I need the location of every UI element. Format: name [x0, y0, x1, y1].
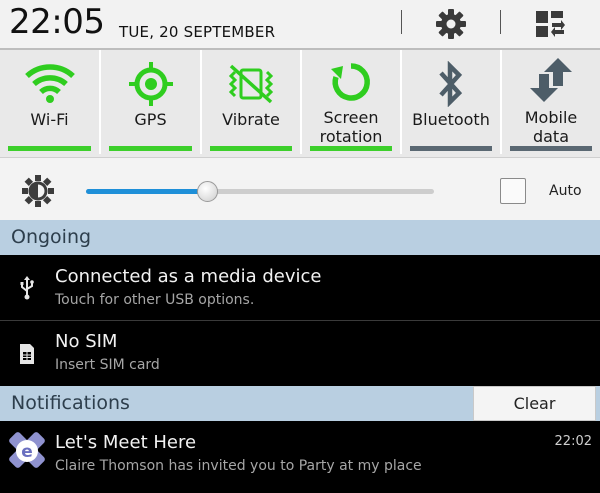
clock: 22:05	[9, 2, 105, 42]
sim-card-icon	[20, 344, 34, 364]
toggle-indicator	[410, 146, 492, 151]
brightness-icon	[22, 175, 54, 207]
gps-icon	[128, 62, 173, 106]
quick-settings-panel: Wi-Fi GPS Vibrate Screen rotation Blueto…	[0, 48, 600, 157]
toggle-label: Bluetooth	[412, 110, 490, 129]
mobile-data-icon	[530, 58, 572, 102]
clear-button[interactable]: Clear	[473, 386, 596, 421]
notification-no-sim[interactable]: No SIM Insert SIM card	[0, 321, 600, 385]
auto-brightness-checkbox[interactable]	[500, 178, 526, 204]
auto-brightness-label: Auto	[549, 183, 582, 199]
section-title: Ongoing	[11, 226, 92, 248]
svg-text:e: e	[21, 442, 33, 462]
grid-toggle-icon	[536, 11, 565, 37]
toggle-indicator	[8, 146, 91, 151]
settings-button[interactable]	[426, 5, 476, 43]
vibrate-icon	[228, 64, 274, 104]
mobile-data-toggle[interactable]: Mobile data	[502, 50, 600, 154]
toggle-label: Wi-Fi	[30, 110, 69, 129]
brightness-slider[interactable]	[86, 189, 434, 194]
usb-icon	[20, 276, 34, 300]
vibrate-toggle[interactable]: Vibrate	[202, 50, 300, 154]
edit-toggles-button[interactable]	[525, 5, 575, 43]
header-divider	[500, 10, 501, 34]
notification-title: Connected as a media device	[55, 266, 322, 287]
notifications-section-header: Notifications	[0, 386, 472, 421]
notification-subtitle: Claire Thomson has invited you to Party …	[55, 458, 422, 474]
notification-time: 22:02	[554, 434, 592, 449]
toggle-indicator	[510, 146, 592, 151]
wifi-toggle[interactable]: Wi-Fi	[0, 50, 99, 154]
rotation-icon	[331, 63, 370, 101]
bluetooth-toggle[interactable]: Bluetooth	[402, 50, 500, 154]
screen-rotation-toggle[interactable]: Screen rotation	[302, 50, 400, 154]
brightness-slider-fill	[86, 189, 208, 194]
date: TUE, 20 SEPTEMBER	[119, 23, 276, 41]
status-header: 22:05 TUE, 20 SEPTEMBER	[0, 0, 600, 48]
bluetooth-icon	[439, 61, 463, 107]
toggle-label: GPS	[134, 110, 167, 129]
notification-subtitle: Insert SIM card	[55, 357, 160, 373]
ongoing-section-header: Ongoing	[0, 220, 600, 255]
toggle-indicator	[210, 146, 292, 151]
toggle-indicator	[109, 146, 192, 151]
toggle-indicator	[310, 146, 392, 151]
toggle-label: Mobile data	[524, 108, 578, 146]
notification-event-invite[interactable]: e Let's Meet Here Claire Thomson has inv…	[0, 421, 600, 493]
brightness-slider-thumb[interactable]	[196, 181, 218, 202]
wifi-icon	[24, 64, 75, 103]
notification-usb[interactable]: Connected as a media device Touch for ot…	[0, 255, 600, 320]
header-divider	[401, 10, 402, 34]
toggle-label: Screen rotation	[319, 108, 383, 146]
gear-icon	[436, 9, 466, 39]
app-e-icon: e	[9, 432, 45, 468]
notification-subtitle: Touch for other USB options.	[55, 292, 255, 308]
gps-toggle[interactable]: GPS	[101, 50, 200, 154]
toggle-label: Vibrate	[222, 110, 280, 129]
section-title: Notifications	[11, 392, 130, 414]
notification-title: Let's Meet Here	[55, 432, 197, 453]
notification-title: No SIM	[55, 331, 118, 352]
